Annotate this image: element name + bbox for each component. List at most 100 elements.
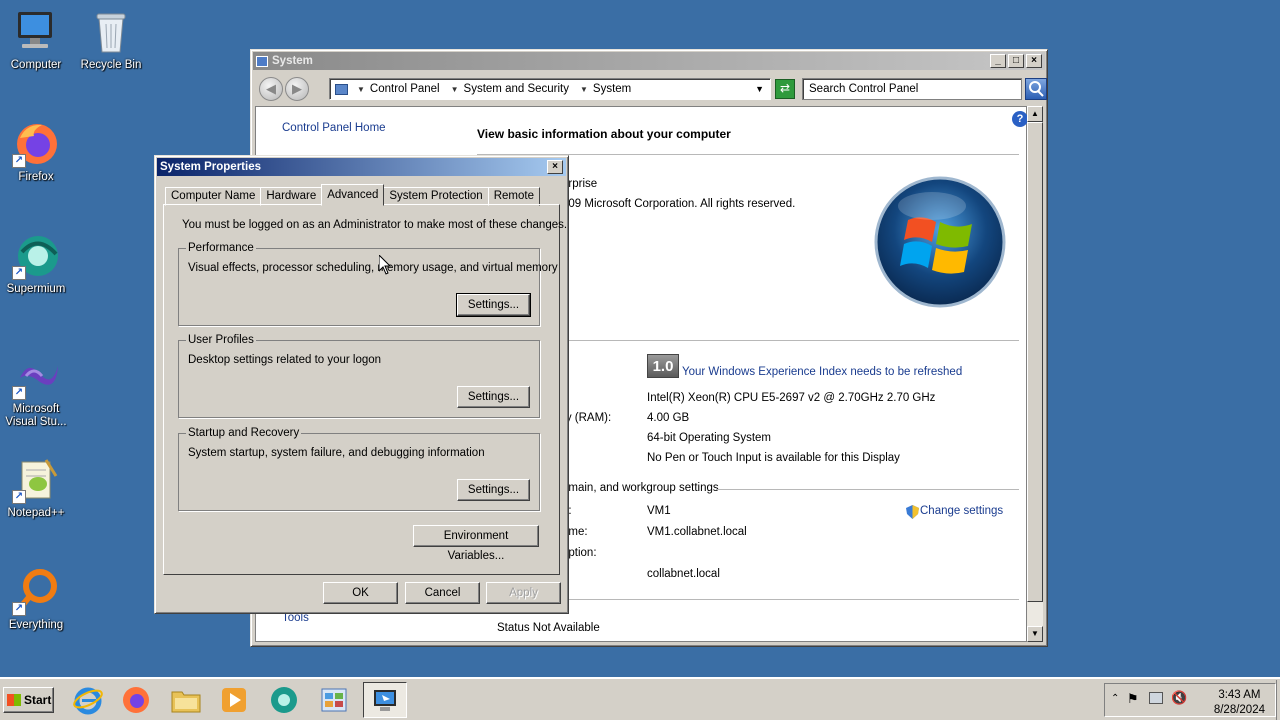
performance-settings-button[interactable]: Settings... xyxy=(456,293,531,317)
desktop-icon-label: Supermium xyxy=(6,283,66,295)
show-desktop-button[interactable] xyxy=(1276,680,1280,720)
experience-index-link[interactable]: Your Windows Experience Index needs to b… xyxy=(682,366,962,378)
vertical-scrollbar[interactable]: ▲ ▼ xyxy=(1027,106,1043,642)
navigation-bar: ◀ ▶ ▼ Control Panel ▼ System and Securit… xyxy=(255,74,1047,104)
scroll-up-icon[interactable]: ▲ xyxy=(1027,106,1043,122)
taskbar-supermium[interactable] xyxy=(262,682,306,718)
close-button[interactable]: × xyxy=(547,160,563,174)
recycle-bin-icon xyxy=(87,8,135,56)
startup-recovery-group: Startup and Recovery System startup, sys… xyxy=(178,427,540,511)
start-button[interactable]: Start xyxy=(3,687,54,713)
desktop-icon-supermium[interactable]: ↗ Supermium xyxy=(0,232,72,296)
system-window-titlebar[interactable]: System _ □ × xyxy=(253,52,1045,70)
apply-button[interactable]: Apply xyxy=(486,582,561,604)
clock[interactable]: 3:43 AM 8/28/2024 xyxy=(1214,688,1265,718)
start-label: Start xyxy=(24,693,52,707)
folder-icon xyxy=(171,691,201,713)
media-player-icon xyxy=(222,688,246,712)
chevron-down-icon[interactable]: ▼ xyxy=(357,85,365,94)
show-hidden-icons-icon[interactable]: ⌃ xyxy=(1111,693,1119,704)
copyright-text: 009 Microsoft Corporation. All rights re… xyxy=(562,198,796,210)
processor-value: Intel(R) Xeon(R) CPU E5-2697 v2 @ 2.70GH… xyxy=(647,392,936,404)
taskbar: Start ⌃ ⚑ 🔇 3:43 AM 8/28/2024 xyxy=(0,677,1280,720)
control-panel-icon xyxy=(335,83,348,95)
search-input[interactable]: Search Control Panel xyxy=(802,78,1022,100)
desktop-icon-label: Notepad++ xyxy=(7,507,65,519)
scroll-thumb[interactable] xyxy=(1027,122,1043,602)
group-title: User Profiles xyxy=(186,334,256,346)
system-properties-icon xyxy=(374,690,396,711)
system-type-value: 64-bit Operating System xyxy=(647,432,772,444)
page-title: View basic information about your comput… xyxy=(477,127,731,141)
address-bar[interactable]: ▼ Control Panel ▼ System and Security ▼ … xyxy=(329,78,771,100)
taskbar-explorer[interactable] xyxy=(164,682,208,718)
control-panel-home-link[interactable]: Control Panel Home xyxy=(282,122,386,134)
user-profiles-settings-button[interactable]: Settings... xyxy=(457,386,530,408)
shortcut-arrow-icon: ↗ xyxy=(12,266,26,280)
system-window-title: System xyxy=(272,55,313,67)
close-button[interactable]: × xyxy=(1026,54,1042,68)
address-dropdown-icon[interactable]: ▼ xyxy=(755,84,764,94)
desktop-icon-everything[interactable]: ↗ Everything xyxy=(0,568,72,632)
control-panel-icon xyxy=(321,688,347,712)
desktop-icon-firefox[interactable]: ↗ Firefox xyxy=(0,120,72,184)
help-icon[interactable]: ? xyxy=(1012,111,1028,127)
startup-recovery-settings-button[interactable]: Settings... xyxy=(457,479,530,501)
mouse-cursor-icon xyxy=(378,253,392,278)
advanced-tab-panel: You must be logged on as an Administrato… xyxy=(163,204,567,575)
system-properties-dialog: System Properties × Computer Name Hardwa… xyxy=(154,155,569,614)
system-window-icon xyxy=(256,55,268,67)
chevron-down-icon[interactable]: ▼ xyxy=(451,85,459,94)
network-icon[interactable] xyxy=(1149,692,1163,704)
rating-badge: 1.0 xyxy=(647,354,679,378)
tab-advanced[interactable]: Advanced xyxy=(321,184,385,206)
action-center-flag-icon[interactable]: ⚑ xyxy=(1127,691,1139,707)
back-button[interactable]: ◀ xyxy=(259,77,283,101)
desktop-icon-recycle-bin[interactable]: Recycle Bin xyxy=(75,8,147,72)
taskbar-control-panel[interactable] xyxy=(312,682,356,718)
change-settings-link[interactable]: Change settings xyxy=(920,505,1003,517)
system-tray: ⌃ ⚑ 🔇 3:43 AM 8/28/2024 xyxy=(1104,683,1276,717)
activation-status: Status Not Available xyxy=(497,622,600,634)
desktop-icon-label: Everything xyxy=(8,619,64,631)
taskbar-system-properties[interactable] xyxy=(363,682,407,718)
clock-time: 3:43 AM xyxy=(1218,689,1261,701)
volume-muted-icon[interactable]: 🔇 xyxy=(1171,690,1187,706)
shortcut-arrow-icon: ↗ xyxy=(12,386,26,400)
domain-section-title: omain, and workgroup settings xyxy=(562,482,719,494)
shortcut-arrow-icon: ↗ xyxy=(12,490,26,504)
dialog-titlebar[interactable]: System Properties × xyxy=(157,158,566,176)
dialog-title: System Properties xyxy=(160,161,261,173)
breadcrumb-system-security[interactable]: System and Security xyxy=(464,83,569,95)
ok-button[interactable]: OK xyxy=(323,582,398,604)
group-title: Startup and Recovery xyxy=(186,427,302,439)
windows-flag-icon xyxy=(7,694,21,706)
taskbar-media-player[interactable] xyxy=(212,682,256,718)
desktop-icon-notepadpp[interactable]: ↗ Notepad++ xyxy=(0,456,72,520)
chevron-down-icon[interactable]: ▼ xyxy=(580,85,588,94)
taskbar-internet-explorer[interactable] xyxy=(66,682,110,718)
desktop-icon-visual-studio[interactable]: ↗ Microsoft Visual Stu... xyxy=(0,352,72,429)
pen-touch-value: No Pen or Touch Input is available for t… xyxy=(647,452,900,464)
environment-variables-button[interactable]: Environment Variables... xyxy=(413,525,539,562)
refresh-button[interactable]: ⇄ xyxy=(775,79,795,99)
supermium-icon xyxy=(271,687,297,713)
scroll-down-icon[interactable]: ▼ xyxy=(1027,626,1043,642)
breadcrumb-system[interactable]: System xyxy=(593,83,631,95)
supermium-icon: ↗ xyxy=(12,232,60,280)
tab-strip: Computer Name Hardware Advanced System P… xyxy=(165,184,540,206)
forward-button[interactable]: ▶ xyxy=(285,77,309,101)
group-description: Desktop settings related to your logon xyxy=(188,354,382,366)
search-icon[interactable] xyxy=(1025,78,1047,100)
cancel-button[interactable]: Cancel xyxy=(405,582,480,604)
minimize-button[interactable]: _ xyxy=(990,54,1006,68)
desktop-icon-computer[interactable]: Computer xyxy=(0,8,72,72)
ram-label: ry (RAM): xyxy=(562,412,612,424)
performance-group: Performance Visual effects, processor sc… xyxy=(178,242,558,326)
desktop-icon-label: Firefox xyxy=(18,171,54,183)
full-name-value: VM1.collabnet.local xyxy=(647,526,747,538)
breadcrumb-control-panel[interactable]: Control Panel xyxy=(370,83,440,95)
group-description: System startup, system failure, and debu… xyxy=(188,447,485,459)
taskbar-firefox[interactable] xyxy=(114,682,158,718)
maximize-button[interactable]: □ xyxy=(1008,54,1024,68)
